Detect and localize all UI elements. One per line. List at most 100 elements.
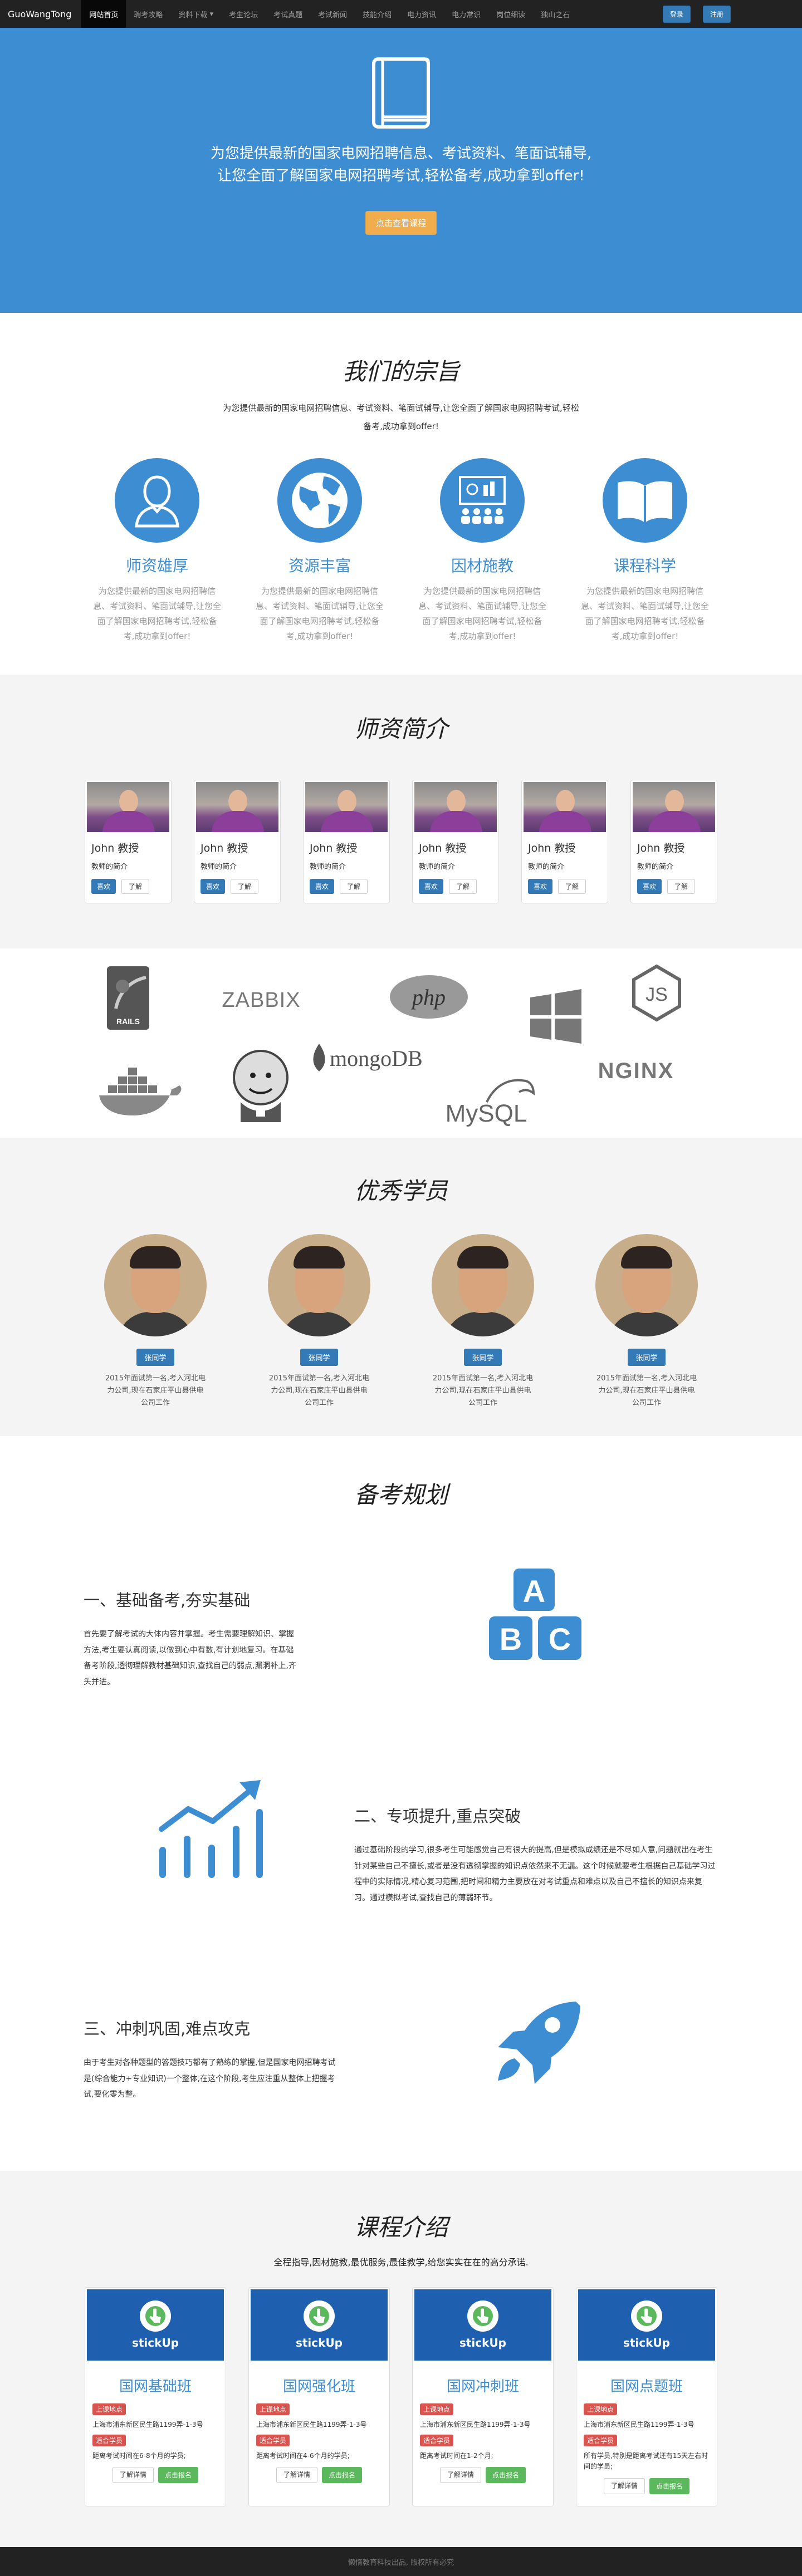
student-name-badge[interactable]: 张同学 — [136, 1349, 174, 1366]
teacher-photo — [196, 782, 278, 832]
auth-buttons: 登录 注册 — [662, 6, 731, 23]
nav-item-power-news[interactable]: 电力资讯 — [399, 0, 444, 28]
plan-step-heading: 二、专项提升,重点突破 — [354, 1807, 521, 1826]
audience-tag: 适合学员 — [256, 2435, 290, 2447]
teachers-section: 师资简介 John 教授 教师的简介 喜欢 了解 John 教授 教师的简介 喜欢… — [0, 675, 802, 948]
like-button[interactable]: 喜欢 — [419, 879, 444, 894]
windows-logo — [528, 989, 584, 1044]
student-name-badge[interactable]: 张同学 — [628, 1349, 666, 1366]
plan-step: 一、基础备考,夯实基础 首先要了解考试的大体内容并掌握。考生需要理解知识、掌握方… — [84, 1587, 301, 1690]
course-audience: 所有学员,特别是距离考试还有15天左右时间的学员; — [584, 2452, 708, 2471]
like-button[interactable]: 喜欢 — [637, 879, 662, 894]
course-banner-text: stickUp — [459, 2336, 507, 2349]
learn-more-button[interactable]: 了解 — [667, 879, 696, 894]
jenkins-logo — [229, 1046, 292, 1124]
nav-item-jobs[interactable]: 岗位细读 — [488, 0, 533, 28]
teacher-name: John 教授 — [200, 842, 248, 854]
learn-more-button[interactable]: 了解 — [121, 879, 150, 894]
register-button[interactable]: 注册 — [702, 6, 731, 23]
course-signup-button[interactable]: 点击报名 — [158, 2467, 199, 2484]
course-signup-button[interactable]: 点击报名 — [649, 2477, 690, 2494]
student-desc: 2015年面试第一名,考入河北电力公司,现在石家庄平山县供电公司工作 — [596, 1374, 697, 1408]
teacher-photo — [414, 782, 497, 832]
audience-tag: 适合学员 — [420, 2435, 454, 2447]
like-button[interactable]: 喜欢 — [310, 879, 335, 894]
pointer-hand-icon — [304, 2300, 335, 2332]
feature-item: 课程科学 为您提供最新的国家电网招聘信息、考试资料、笔面试辅导,让您全面了解国家… — [570, 458, 720, 644]
nav-menu: 网站首页 聘考攻略 资料下载 ▾ 考生论坛 考试真题 考试新闻 技能介绍 电力资… — [81, 0, 578, 28]
learn-more-button[interactable]: 了解 — [340, 879, 368, 894]
top-navbar: GuoWangTong 网站首页 聘考攻略 资料下载 ▾ 考生论坛 考试真题 考… — [0, 0, 802, 28]
nav-item-stones[interactable]: 独山之石 — [533, 0, 578, 28]
student-desc: 2015年面试第一名,考入河北电力公司,现在石家庄平山县供电公司工作 — [105, 1374, 206, 1408]
student-avatar — [268, 1234, 370, 1336]
course-card: stickUp 国网强化班 上课地点 上海市浦东新区民生路1199弄-1-3号 … — [248, 2287, 390, 2506]
course-signup-button[interactable]: 点击报名 — [486, 2467, 526, 2484]
nav-item-skills[interactable]: 技能介绍 — [355, 0, 399, 28]
abc-blocks-icon: ABC — [487, 1567, 585, 1662]
learn-more-button[interactable]: 了解 — [558, 879, 586, 894]
course-details-button[interactable]: 了解详情 — [112, 2467, 154, 2484]
course-name: 国网点题班 — [610, 2378, 683, 2395]
globe-icon — [277, 458, 362, 543]
nav-item-home[interactable]: 网站首页 — [81, 0, 126, 28]
brand-logo[interactable]: GuoWangTong — [8, 9, 71, 19]
teacher-intro: 教师的简介 — [200, 863, 237, 871]
teacher-card: John 教授 教师的简介 喜欢 了解 — [521, 780, 608, 903]
nav-item-power-knowledge[interactable]: 电力常识 — [444, 0, 488, 28]
nav-item-downloads[interactable]: 资料下载 ▾ — [170, 0, 221, 28]
student-name-badge[interactable]: 张同学 — [300, 1349, 338, 1366]
purpose-subtitle: 为您提供最新的国家电网招聘信息、考试资料、笔面试辅导,让您全面了解国家电网招聘考… — [223, 403, 579, 431]
course-banner-text: stickUp — [295, 2336, 343, 2349]
page-footer: 懒惰教育科技出品, 版权所有必究 — [0, 2547, 802, 2576]
students-title: 优秀学员 — [354, 1177, 448, 1205]
login-button[interactable]: 登录 — [662, 6, 691, 23]
view-courses-button[interactable]: 点击查看课程 — [365, 210, 437, 235]
course-details-button[interactable]: 了解详情 — [603, 2477, 645, 2494]
course-banner: stickUp — [251, 2289, 388, 2361]
like-button[interactable]: 喜欢 — [91, 879, 116, 894]
learn-more-button[interactable]: 了解 — [449, 879, 477, 894]
nav-item-exams[interactable]: 考试真题 — [266, 0, 310, 28]
pointer-hand-icon — [631, 2300, 662, 2332]
learn-more-button[interactable]: 了解 — [231, 879, 259, 894]
feature-desc: 为您提供最新的国家电网招聘信息、考试资料、笔面试辅导,让您全面了解国家电网招聘考… — [93, 586, 221, 641]
teacher-name: John 教授 — [419, 842, 467, 854]
course-audience: 距离考试时间在1-2个月; — [420, 2452, 493, 2460]
student-avatar — [432, 1234, 534, 1336]
course-card: stickUp 国网冲刺班 上课地点 上海市浦东新区民生路1199弄-1-3号 … — [412, 2287, 554, 2506]
hero-headline-2: 让您全面了解国家电网招聘考试,轻松备考,成功拿到offer! — [217, 168, 585, 185]
book-icon — [372, 57, 430, 129]
student-name-badge[interactable]: 张同学 — [464, 1349, 502, 1366]
plan-step-text: 由于考生对各种题型的答题技巧都有了熟练的掌握,但是国家电网招聘考试是(综合能力+… — [84, 2058, 336, 2100]
nav-item-strategy[interactable]: 聘考攻略 — [126, 0, 170, 28]
open-book-icon — [603, 458, 687, 543]
location-tag: 上课地点 — [256, 2403, 290, 2415]
course-details-button[interactable]: 了解详情 — [439, 2467, 481, 2484]
presentation-icon — [440, 458, 525, 543]
student-list: 张同学 2015年面试第一名,考入河北电力公司,现在石家庄平山县供电公司工作 张… — [0, 1234, 802, 1409]
course-address: 上海市浦东新区民生路1199弄-1-3号 — [92, 2421, 203, 2428]
nav-item-news[interactable]: 考试新闻 — [310, 0, 355, 28]
courses-section: 课程介绍 全程指导,因材施教,最优服务,最佳教学,给您实实在在的高分承诺. st… — [0, 2171, 802, 2547]
like-button[interactable]: 喜欢 — [528, 879, 553, 894]
nginx-logo: NGINX — [598, 1058, 674, 1083]
course-signup-button[interactable]: 点击报名 — [322, 2467, 363, 2484]
feature-item: 师资雄厚 为您提供最新的国家电网招聘信息、考试资料、笔面试辅导,让您全面了解国家… — [82, 458, 232, 644]
course-name: 国网强化班 — [282, 2378, 355, 2395]
like-button[interactable]: 喜欢 — [200, 879, 226, 894]
audience-tag: 适合学员 — [92, 2435, 126, 2447]
teacher-photo — [87, 782, 169, 832]
growth-chart-icon — [156, 1778, 265, 1878]
teacher-photo — [524, 782, 606, 832]
course-details-button[interactable]: 了解详情 — [276, 2467, 317, 2484]
nav-item-forum[interactable]: 考生论坛 — [221, 0, 266, 28]
teacher-card: John 教授 教师的简介 喜欢 了解 — [85, 780, 172, 903]
nav-item-downloads-label: 资料下载 — [178, 11, 208, 19]
teacher-name: John 教授 — [91, 842, 139, 854]
tech-logos-section: RAILS ZABBIX php JS mongoDB MySQL NGINX — [0, 948, 802, 1138]
courses-subtitle: 全程指导,因材施教,最优服务,最佳教学,给您实实在在的高分承诺. — [273, 2257, 529, 2268]
course-banner: stickUp — [578, 2289, 715, 2361]
feature-desc: 为您提供最新的国家电网招聘信息、考试资料、笔面试辅导,让您全面了解国家电网招聘考… — [581, 586, 709, 641]
student-desc: 2015年面试第一名,考入河北电力公司,现在石家庄平山县供电公司工作 — [432, 1374, 534, 1408]
